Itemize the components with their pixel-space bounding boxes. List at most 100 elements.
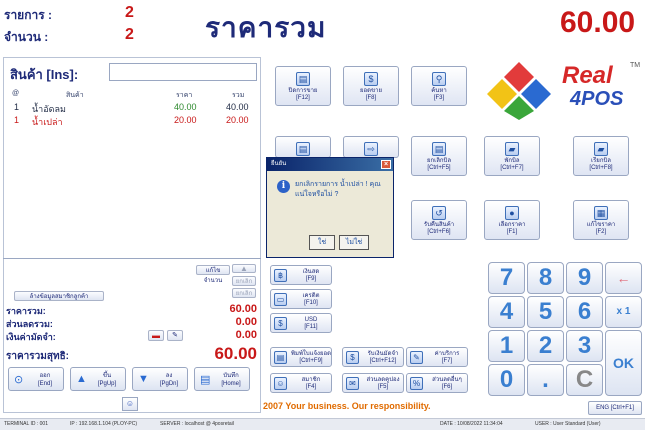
key-0[interactable]: 0 bbox=[488, 364, 525, 396]
row-price: 20.00 bbox=[174, 115, 197, 125]
language-button[interactable]: ENG [Ctrl+F1] bbox=[588, 401, 642, 415]
user-icon[interactable]: ☺ bbox=[122, 397, 138, 411]
backspace-key[interactable]: ← bbox=[605, 262, 642, 294]
function-button-hidden-2[interactable]: ⇨ bbox=[343, 136, 399, 158]
document-icon: ▤ bbox=[296, 142, 310, 156]
multiply-key[interactable]: x 1 bbox=[605, 296, 642, 328]
print-statement-button[interactable]: ▤ พิมพ์ใบแจ้งยอด [Ctrl+F9] bbox=[270, 347, 332, 367]
member-button[interactable]: ☺ สมาชิก [F4] bbox=[270, 373, 332, 393]
exit-icon: ⊙ bbox=[14, 374, 24, 386]
key-7[interactable]: 7 bbox=[488, 262, 525, 294]
edit-qty-button[interactable]: แก้ไขจำนวน bbox=[196, 265, 230, 284]
cash-button[interactable]: ฿เงินสด [F9] bbox=[270, 265, 332, 285]
brand-logo: Real 4POS TM bbox=[484, 60, 642, 122]
date-time: DATE : 10/08/2022 11:34:04 bbox=[440, 421, 503, 427]
hold-bill-button[interactable]: ▰ พักบิล [Ctrl+F7] bbox=[484, 136, 540, 176]
key-2[interactable]: 2 bbox=[527, 330, 564, 362]
page-down-button[interactable]: ▼ ลง [PgDn] bbox=[132, 367, 188, 391]
coupon-discount-button[interactable]: ✉ ส่วนลดคูปอง [F5] bbox=[342, 373, 404, 393]
void-bill-button[interactable]: ▤ ยกเลิกบิล [Ctrl+F5] bbox=[411, 136, 467, 176]
dialog-no-button[interactable]: ไม่ใช่ bbox=[339, 235, 369, 250]
edit-deposit-icon[interactable]: ✎ bbox=[167, 330, 183, 341]
function-button-hidden-1[interactable]: ▤ bbox=[275, 136, 331, 158]
currency-icon: $ bbox=[274, 317, 287, 330]
cancel-item-button[interactable]: ยกเลิก bbox=[232, 288, 256, 298]
folder-icon: ▰ bbox=[505, 142, 519, 156]
decimal-key[interactable]: . bbox=[527, 364, 564, 396]
search-button[interactable]: ⚲ ค้นหา [F3] bbox=[411, 66, 467, 106]
row-name: น้ำเปล่า bbox=[32, 117, 63, 127]
clear-member-button[interactable]: ล้างข้อมูลสมาชิกลูกค้า bbox=[14, 291, 104, 301]
key-6[interactable]: 6 bbox=[566, 296, 603, 328]
status-bar: TERMINAL ID : 001 IP : 192.168.1.104 (PL… bbox=[0, 418, 645, 430]
discount-value: 0.00 bbox=[235, 316, 257, 328]
logo-text-4pos: 4POS bbox=[570, 88, 624, 110]
divider bbox=[3, 258, 261, 259]
col-price: ราคา bbox=[176, 92, 193, 99]
confirm-dialog: ยืนยัน × i ยกเลิกรายการ น้ำเปล่า ! คุณแน… bbox=[266, 157, 394, 258]
money-icon: $ bbox=[364, 72, 378, 86]
usd-button[interactable]: $ USD [F11] bbox=[270, 313, 332, 333]
folder-open-icon: ▰ bbox=[594, 142, 608, 156]
delete-item-button[interactable]: ยกเลิก bbox=[232, 276, 256, 286]
col-total: รวม bbox=[232, 92, 245, 99]
return-goods-button[interactable]: ↺ รับคืนสินค้า [Ctrl+F6] bbox=[411, 200, 467, 240]
key-1[interactable]: 1 bbox=[488, 330, 525, 362]
save-button[interactable]: ▤ บันทึก [Home] bbox=[194, 367, 250, 391]
net-total-label: ราคารวมสุทธิ: bbox=[6, 351, 69, 362]
key-5[interactable]: 5 bbox=[527, 296, 564, 328]
credit-button[interactable]: ▭ เครดิต [F10] bbox=[270, 289, 332, 309]
page-up-button[interactable]: ▲ ขึ้น [PgUp] bbox=[70, 367, 126, 391]
product-table-header: @ สินค้า ราคา รวม bbox=[4, 90, 260, 102]
receive-deposit-button[interactable]: $ รับเงินมัดจำ [Ctrl+F12] bbox=[342, 347, 404, 367]
row-qty: 1 bbox=[14, 102, 20, 112]
ip-address: IP : 192.168.1.104 (PLOY-PC) bbox=[70, 421, 137, 427]
service-charge-button[interactable]: ✎ ค่าบริการ [F7] bbox=[406, 347, 468, 367]
table-row[interactable]: 1 น้ำอัดลม 40.00 40.00 bbox=[4, 102, 260, 114]
user-info: USER : User Standard (User) bbox=[535, 421, 601, 427]
coupon-icon: ✉ bbox=[346, 377, 359, 390]
items-count-label: รายการ : bbox=[4, 8, 52, 22]
ok-key[interactable]: OK bbox=[605, 330, 642, 396]
key-4[interactable]: 4 bbox=[488, 296, 525, 328]
other-discount-button[interactable]: % ส่วนลดอื่นๆ [F6] bbox=[406, 373, 468, 393]
key-3[interactable]: 3 bbox=[566, 330, 603, 362]
net-total-value: 60.00 bbox=[214, 344, 257, 363]
product-label: สินค้า [Ins]: bbox=[10, 67, 79, 82]
select-price-button[interactable]: ● เลือกราคา [F1] bbox=[484, 200, 540, 240]
edit-price-button[interactable]: ▦ แก้ไขราคา [F2] bbox=[573, 200, 629, 240]
discount-icon: % bbox=[410, 377, 423, 390]
terminal-id: TERMINAL ID : 001 bbox=[4, 421, 48, 427]
product-search-input[interactable] bbox=[109, 63, 257, 81]
exit-button[interactable]: ⊙ ออก [End] bbox=[8, 367, 64, 391]
clear-key[interactable]: C bbox=[566, 364, 603, 396]
price-tag-icon: ● bbox=[505, 206, 519, 220]
deposit-value: 0.00 bbox=[235, 329, 257, 341]
trademark: TM bbox=[630, 62, 641, 69]
total-amount: 60.00 bbox=[560, 6, 636, 39]
slogan-text: 2007 Your business. Our responsibility. bbox=[263, 401, 431, 411]
minus-button[interactable]: ▬ bbox=[148, 330, 164, 341]
scroll-up-icon[interactable]: ▲ bbox=[232, 264, 256, 273]
search-icon: ⚲ bbox=[432, 72, 446, 86]
credit-card-icon: ▭ bbox=[274, 293, 287, 306]
items-count-value: 2 bbox=[125, 4, 134, 21]
key-9[interactable]: 9 bbox=[566, 262, 603, 294]
table-row-selected[interactable]: 1 น้ำเปล่า 20.00 20.00 bbox=[4, 115, 260, 127]
discount-label: ส่วนลดรวม: bbox=[6, 319, 53, 329]
arrow-up-icon: ▲ bbox=[76, 373, 87, 385]
header-bar: รายการ : 2 จำนวน : 2 ราคารวม 60.00 bbox=[0, 0, 645, 52]
key-8[interactable]: 8 bbox=[527, 262, 564, 294]
subtotal-label: ราคารวม: bbox=[6, 306, 46, 316]
receipt-icon: ▤ bbox=[296, 72, 310, 86]
close-icon[interactable]: × bbox=[381, 160, 391, 169]
logo-text-real: Real bbox=[562, 62, 613, 89]
dialog-yes-button[interactable]: ใช่ bbox=[309, 235, 335, 250]
close-sale-button[interactable]: ▤ ปิดการขาย [F12] bbox=[275, 66, 331, 106]
printer-icon: ▤ bbox=[274, 351, 287, 364]
recall-bill-button[interactable]: ▰ เรียกบิล [Ctrl+F8] bbox=[573, 136, 629, 176]
total-title: ราคารวม bbox=[205, 12, 327, 43]
arrow-down-icon: ▼ bbox=[138, 373, 149, 385]
sales-total-button[interactable]: $ ยอดขาย [F8] bbox=[343, 66, 399, 106]
logo-diamond-icon bbox=[487, 62, 551, 120]
